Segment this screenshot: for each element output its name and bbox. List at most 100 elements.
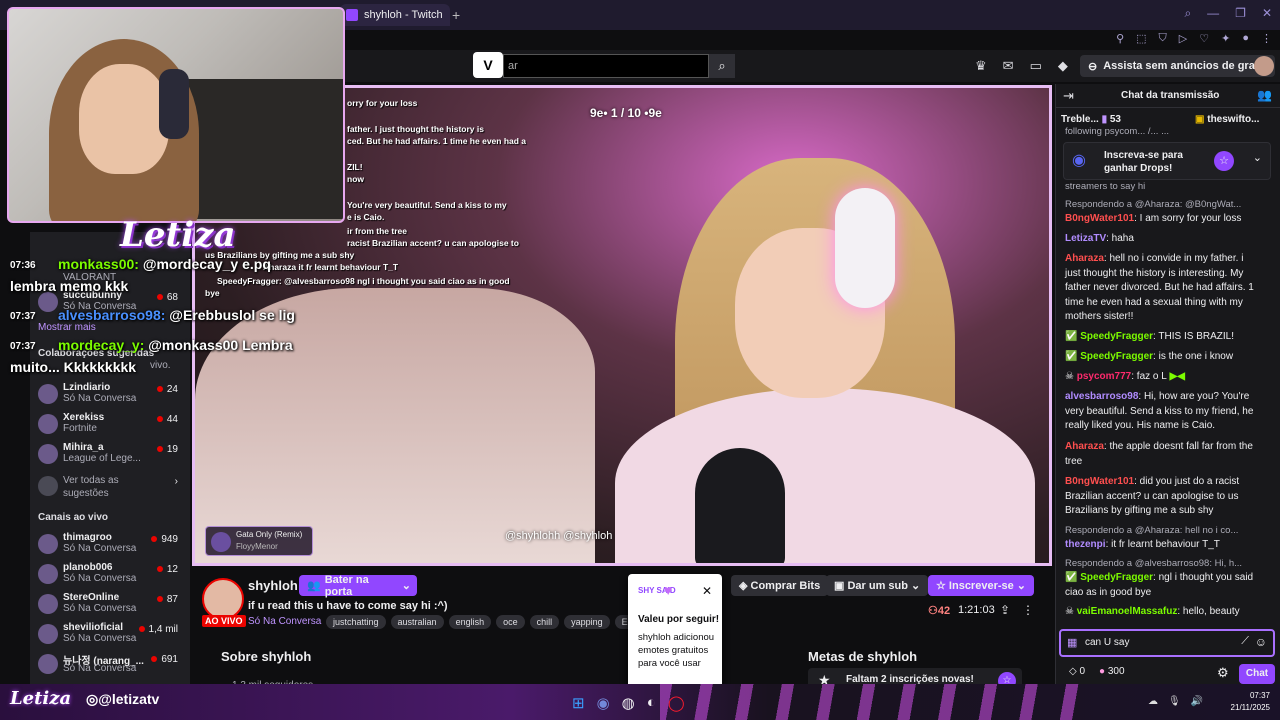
leaderboard-entry[interactable]: Treble... ▮ 53	[1061, 114, 1121, 125]
viewer-number: 691	[161, 654, 178, 665]
chat-message: B0ngWater101: did you just do a racist B…	[1065, 475, 1260, 519]
embedded-chat-line: You're very beautiful. Send a kiss to my	[347, 200, 507, 210]
sidebar-suggested-channel[interactable]: Mihira_a League of Lege... 19	[38, 442, 178, 470]
star-icon: ☆	[936, 580, 949, 592]
live-dot-icon	[151, 656, 158, 662]
overlay-chat-time: 07:37	[10, 341, 36, 352]
windows-start-icon[interactable]: ⊞	[572, 694, 585, 712]
restore-icon[interactable]: ❐	[1235, 6, 1246, 21]
more-options-icon[interactable]: ⋮	[1022, 603, 1034, 617]
chat-username[interactable]: SpeedyFragger	[1080, 331, 1153, 342]
search-button[interactable]: ⌕	[709, 54, 735, 78]
chat-username[interactable]: thezenpi	[1065, 539, 1106, 550]
bits-cheer-icon[interactable]: ⟋	[1241, 635, 1249, 648]
close-icon[interactable]: ✕	[702, 584, 712, 598]
sidebar-suggested-channel[interactable]: Lzindiario Só Na Conversa 24	[38, 382, 178, 410]
notifications-icon[interactable]: ◆	[1058, 58, 1068, 74]
knock-door-button[interactable]: 👥 Bater na porta ⌄	[299, 574, 417, 598]
collab-note: vivo.	[150, 360, 171, 371]
steam-icon[interactable]: ◐	[647, 694, 656, 712]
sidebar-live-channel[interactable]: thimagroo Só Na Conversa 949	[38, 532, 178, 560]
discord-icon[interactable]: ◉	[597, 694, 610, 712]
chat-header: ⇥ Chat da transmissão 👥	[1055, 84, 1280, 108]
obs-icon[interactable]: ◍	[622, 694, 635, 712]
whispers-icon[interactable]: ▭	[1030, 58, 1042, 74]
collapse-arrow-icon[interactable]: ⇥	[1063, 88, 1074, 104]
ad-free-button[interactable]: ⊖ Assista sem anúncios de graça	[1080, 55, 1276, 77]
chat-partial-line: following psycom... /... ...	[1065, 126, 1170, 137]
channel-name[interactable]: shyhloh	[248, 578, 298, 593]
search-input[interactable]: ar	[503, 54, 709, 78]
tag[interactable]: english	[448, 615, 492, 629]
subscribe-button[interactable]: ☆ Inscrever-se ⌄	[928, 575, 1035, 596]
mic-icon[interactable]: 🎙	[1168, 696, 1181, 707]
show-more-link[interactable]: Mostrar mais	[38, 322, 96, 333]
menu-icon[interactable]: ⋮	[1261, 32, 1272, 45]
tag[interactable]: yapping	[564, 615, 610, 629]
shield-icon[interactable]: ⛉	[1159, 32, 1167, 45]
buy-bits-button[interactable]: ◈ Comprar Bits	[731, 575, 829, 596]
viewer-number: 1,4 mil	[148, 624, 178, 635]
leaderboard-entry[interactable]: ▣ theswifto...	[1195, 114, 1259, 125]
chat-username[interactable]: Aharaza	[1065, 253, 1104, 264]
see-all-suggestions[interactable]: Ver todas as sugestões ›	[38, 474, 178, 500]
emote-picker-icon[interactable]: ☺	[1255, 635, 1267, 649]
opera-icon[interactable]: ◯	[668, 694, 685, 712]
twitch-logo[interactable]: V	[473, 52, 503, 78]
live-dot-icon	[156, 386, 163, 392]
cloud-icon[interactable]: ☁	[1148, 696, 1158, 707]
pin-icon[interactable]: ⚲	[1116, 32, 1124, 45]
search-icon[interactable]: ⌕	[1184, 6, 1191, 21]
stream-category[interactable]: Só Na Conversa	[248, 616, 321, 627]
minimize-icon[interactable]: —	[1207, 6, 1219, 21]
tag[interactable]: oce	[496, 615, 525, 629]
skull-badge-icon: ☠	[1065, 606, 1077, 617]
sidebar-suggested-channel[interactable]: Xerekiss Fortnite 44	[38, 412, 178, 440]
chat-send-button[interactable]: Chat	[1239, 664, 1275, 684]
heart-icon[interactable]: ♡	[1199, 32, 1209, 45]
verified-badge-icon: ✅	[1065, 351, 1081, 362]
users-icon[interactable]: 👥	[1257, 88, 1272, 102]
webcam-shelf-bg	[174, 79, 343, 219]
sidebar-live-channel[interactable]: planob006 Só Na Conversa 12	[38, 562, 178, 590]
profile-icon[interactable]: ●	[1242, 32, 1249, 44]
chevron-down-icon[interactable]: ⌄	[1253, 151, 1262, 164]
sidebar-live-channel[interactable]: 뉴나정 (narang_... Só Na Conversa 691	[38, 652, 178, 680]
drops-star-button[interactable]: ☆	[1214, 151, 1234, 171]
popup-title: Valeu por seguir!	[638, 614, 720, 625]
share-icon[interactable]: ⇪	[1000, 603, 1010, 617]
channel-points[interactable]: ● 300	[1099, 666, 1125, 677]
puzzle-icon[interactable]: ✦	[1221, 32, 1230, 45]
sidebar-live-channel[interactable]: StereOnline Só Na Conversa 87	[38, 592, 178, 620]
tag[interactable]: chill	[529, 615, 560, 629]
chat-username[interactable]: B0ngWater101	[1065, 213, 1134, 224]
channel-avatar[interactable]	[202, 578, 244, 620]
system-clock[interactable]: 07:37 21/11/2025	[1231, 690, 1270, 714]
user-avatar[interactable]	[1254, 56, 1274, 76]
inbox-icon[interactable]: ✉	[1003, 58, 1014, 74]
new-tab-button[interactable]: +	[452, 7, 460, 23]
chat-username[interactable]: B0ngWater101	[1065, 476, 1134, 487]
prime-crown-icon[interactable]: ♛	[975, 58, 987, 74]
points-display[interactable]: ◇ 0	[1069, 666, 1085, 677]
chat-username[interactable]: Aharaza	[1065, 441, 1104, 452]
sidebar-live-channel[interactable]: shevilioficial Só Na Conversa 1,4 mil	[38, 622, 178, 650]
close-icon[interactable]: ✕	[1262, 6, 1272, 21]
chat-username[interactable]: alvesbarroso98	[1065, 391, 1138, 402]
chat-username[interactable]: psycom777	[1077, 371, 1131, 382]
chat-username[interactable]: SpeedyFragger	[1080, 572, 1153, 583]
volume-icon[interactable]: 🔊	[1191, 696, 1203, 707]
tag[interactable]: australian	[390, 615, 444, 629]
gift-sub-button[interactable]: ▣ Dar um sub ⌄	[826, 575, 929, 596]
avatar	[38, 384, 58, 404]
crop-icon[interactable]: ⬚	[1136, 32, 1146, 45]
chat-input[interactable]: ▦ can U say ⟋ ☺	[1059, 629, 1275, 657]
chat-username[interactable]: vaiEmanoelMassafuz	[1077, 606, 1178, 617]
gear-icon[interactable]: ⚙	[1217, 665, 1229, 681]
chat-username[interactable]: LetizaTV	[1065, 233, 1106, 244]
play-icon[interactable]: ▷	[1179, 32, 1187, 45]
chevron-down-icon[interactable]: ⌄	[402, 579, 417, 592]
browser-tab[interactable]: shyhloh - Twitch	[340, 4, 450, 26]
tag[interactable]: justchatting	[326, 615, 386, 629]
chat-username[interactable]: SpeedyFragger	[1080, 351, 1153, 362]
